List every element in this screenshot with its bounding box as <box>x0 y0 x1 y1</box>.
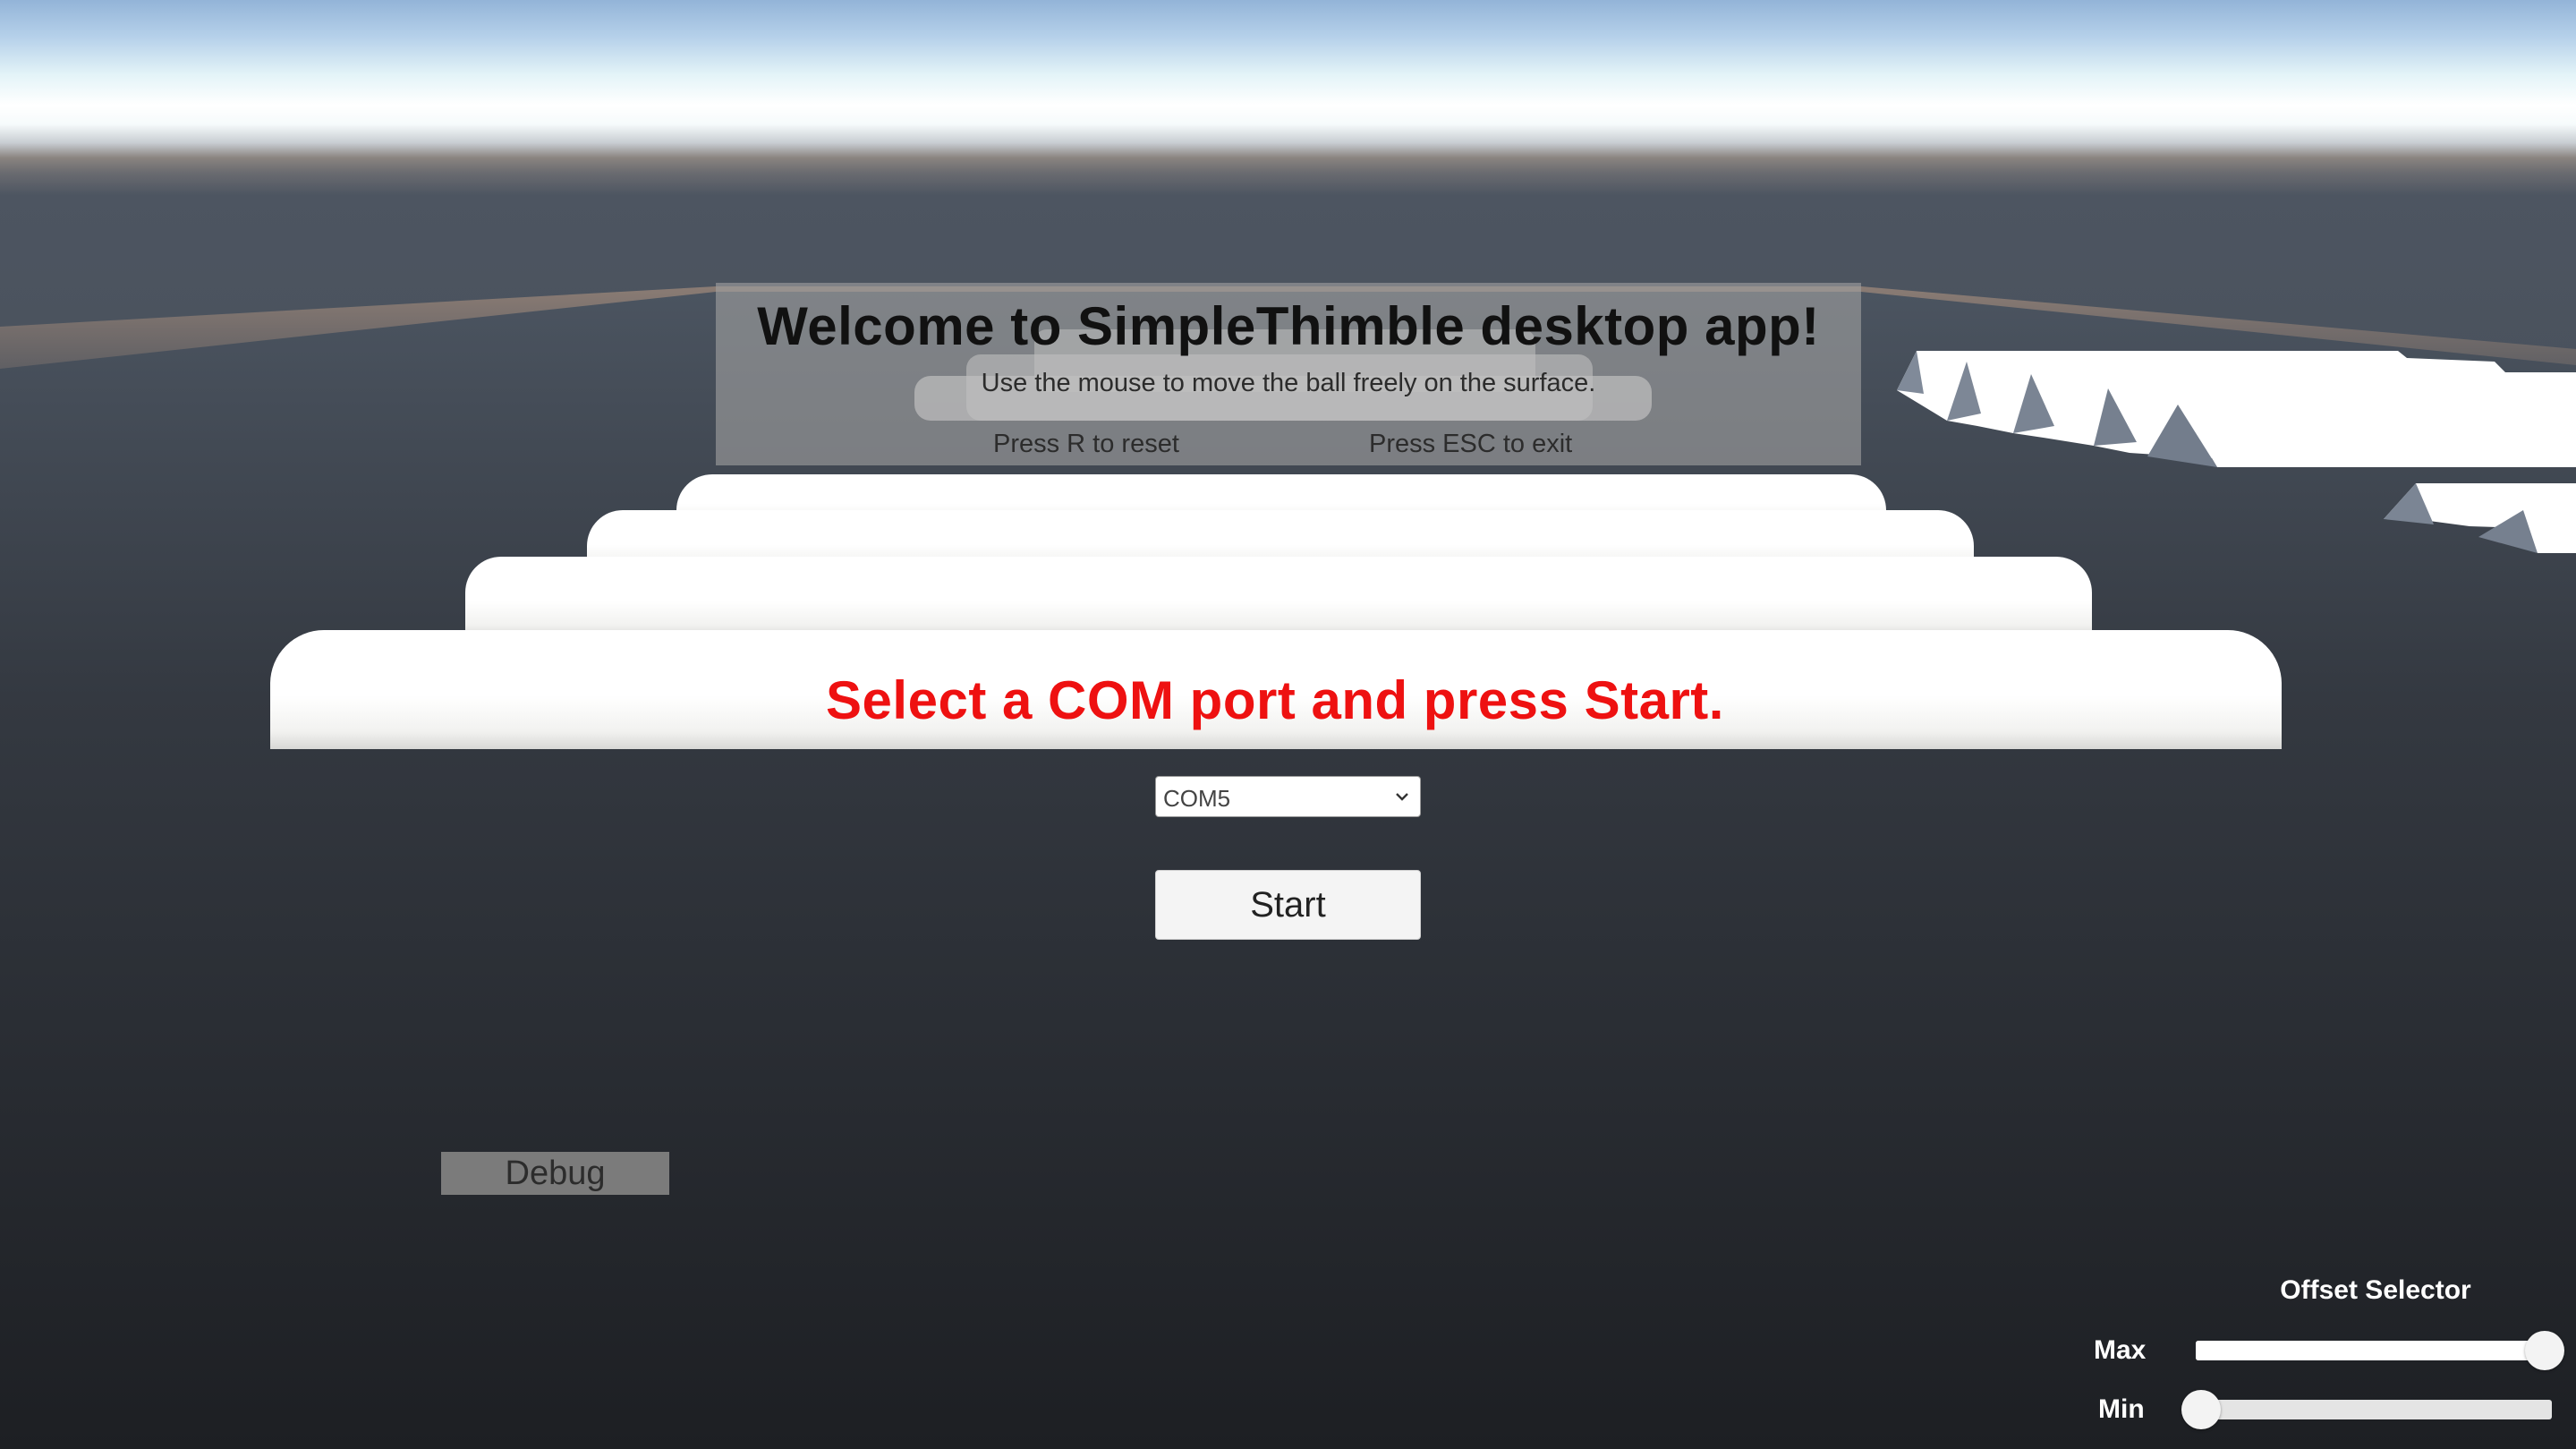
max-slider-track[interactable] <box>2196 1341 2545 1360</box>
min-slider-track[interactable] <box>2190 1400 2552 1419</box>
welcome-panel: Welcome to SimpleThimble desktop app! Us… <box>716 283 1861 465</box>
exit-hint: Press ESC to exit <box>1369 430 1573 458</box>
com-port-dropdown[interactable]: COM5 <box>1155 776 1421 817</box>
offset-selector-title: Offset Selector <box>2280 1275 2471 1305</box>
debug-button[interactable]: Debug <box>441 1152 669 1195</box>
start-button[interactable]: Start <box>1155 870 1421 940</box>
welcome-subtitle: Use the mouse to move the ball freely on… <box>981 369 1596 397</box>
instruction-prompt: Select a COM port and press Start. <box>826 670 1724 730</box>
max-slider-fill <box>2196 1341 2545 1360</box>
step-3 <box>465 557 2092 637</box>
chevron-down-icon <box>1396 793 1408 801</box>
max-slider-handle[interactable] <box>2525 1331 2564 1370</box>
welcome-title: Welcome to SimpleThimble desktop app! <box>757 296 1820 356</box>
min-slider-label: Min <box>2098 1394 2145 1424</box>
game-viewport[interactable]: Welcome to SimpleThimble desktop app! Us… <box>0 0 2576 1449</box>
max-slider-label: Max <box>2094 1335 2147 1365</box>
com-port-selected-value: COM5 <box>1163 785 1231 812</box>
reset-hint: Press R to reset <box>993 430 1179 458</box>
min-slider-handle[interactable] <box>2181 1390 2221 1429</box>
